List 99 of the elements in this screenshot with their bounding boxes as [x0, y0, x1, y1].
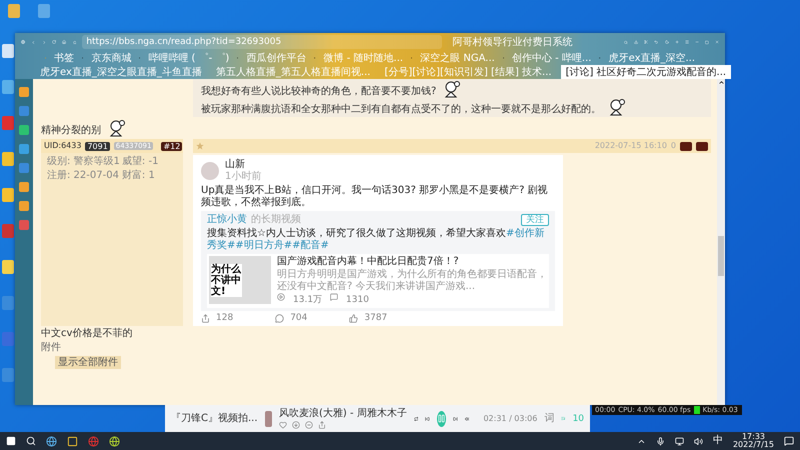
- browser-logo-icon: [21, 37, 26, 47]
- post-date: 2022-07-15 16:10: [594, 141, 667, 151]
- desktop-shortcut-icon: [2, 152, 14, 166]
- browser-taskbar-icon[interactable]: [46, 436, 57, 446]
- start-icon[interactable]: [6, 436, 16, 446]
- pause-button[interactable]: [437, 410, 446, 426]
- playback-time: 02:31 / 03:06: [483, 414, 538, 424]
- user-wealth: 财富: 1: [122, 170, 156, 182]
- desktop-shortcut-icon: [2, 188, 14, 202]
- repost-author: 正惊小黄: [207, 214, 247, 226]
- network-icon[interactable]: [674, 436, 684, 446]
- browser-shortcut-icon: [38, 4, 50, 18]
- post-action-button[interactable]: [696, 142, 708, 150]
- comment-icon[interactable]: [275, 314, 284, 322]
- browser-tab[interactable]: [讨论] 社区好奇二次元游戏配音的...: [560, 65, 732, 79]
- bookmark-link[interactable]: 哔哩哔哩 ( ゜- ゜): [148, 51, 230, 65]
- download-icon[interactable]: [634, 37, 638, 47]
- album-cover: [264, 410, 272, 426]
- download-icon[interactable]: [292, 421, 300, 429]
- thumbnail-caption: 为什么不讲中文!: [211, 264, 242, 296]
- avatar-circle: [201, 162, 219, 180]
- play-icon: [277, 293, 285, 301]
- post-time: 1小时前: [225, 171, 262, 183]
- desktop-shortcut-icon: [2, 332, 14, 346]
- bookmark-link[interactable]: 创作中心 - 哔哩...: [512, 51, 592, 65]
- user-id: UID:6433: [44, 141, 82, 151]
- user-level: 级别: 警察等级1: [47, 156, 120, 168]
- quote-text: 我想好奇有些人说比较神奇的角色，配音要不要加钱?: [201, 86, 436, 98]
- app-taskbar-icon[interactable]: [109, 436, 120, 446]
- bookmark-link[interactable]: 书签: [54, 51, 74, 65]
- playlist-icon[interactable]: [561, 414, 566, 423]
- desktop-shortcut-icon: [2, 116, 14, 130]
- attachment-label: 附件: [41, 342, 61, 354]
- play-count: 13.1万: [293, 294, 322, 306]
- user-prestige: 威望: -1: [122, 156, 160, 168]
- playlist-item[interactable]: 『刀锋C』视频拍...: [171, 412, 258, 424]
- video-description: 明日方舟明明是国产游戏，为什么所有的角色都要日语配音，还没有中文配音? 今天我们来讲讲国产游戏...: [277, 269, 547, 292]
- taskbar-clock[interactable]: 17:33 2022/7/15: [732, 433, 774, 449]
- desktop-shortcut-icon: [2, 224, 14, 238]
- scissors-icon[interactable]: [644, 37, 648, 47]
- like-icon[interactable]: [349, 314, 358, 322]
- desktop-shortcut-icon: [2, 80, 14, 94]
- desktop-shortcut-icon: [2, 260, 14, 274]
- scroll-up-icon[interactable]: [718, 79, 724, 86]
- card-text: Up真是当我不上B站，信口开河。我一句话303? 那罗小黑是不是要横产? 剧视频违歌，不然举报到底。: [201, 185, 549, 209]
- folder-taskbar-icon[interactable]: [67, 436, 78, 446]
- desktop-shortcut-icon: [2, 44, 14, 58]
- address-bar[interactable]: https://bbs.nga.cn/read.php?tid=32693005: [82, 35, 442, 49]
- comment-count: 704: [290, 313, 308, 323]
- chibi-sticker-drawing: [107, 119, 127, 137]
- home-icon[interactable]: [62, 37, 67, 47]
- repost-meta: 的长期视频: [251, 214, 301, 226]
- browser-tab[interactable]: 虎牙ex直播_深空之眼直播_斗鱼直播: [35, 65, 207, 79]
- desktop-shortcut-icon: [2, 296, 14, 310]
- search-field[interactable]: 阿哥村领导行业付费日系统: [448, 35, 618, 49]
- song-title: 风吹麦浪(大雅) - 周雅木木子: [279, 408, 407, 420]
- reload-icon[interactable]: [52, 37, 56, 47]
- video-title: 国产游戏配音内幕！中配比日配贵7倍！?: [277, 256, 460, 268]
- desktop-shortcut-icon: [2, 368, 14, 382]
- browser-tab[interactable]: 第五人格直播_第五人格直播间视...: [210, 65, 376, 79]
- follow-button[interactable]: 关注: [521, 214, 549, 226]
- notifications-icon[interactable]: [784, 436, 794, 446]
- user-registered: 注册: 22-07-04: [47, 170, 120, 182]
- post-body: 中文cv价格是不菲的: [41, 328, 132, 340]
- chibi-sticker-drawing: [442, 80, 462, 98]
- repost-text: 搜集资料找☆内人士访谈，研究了很久做了这期视频，希望大家喜欢#创作新秀奖##明日方舟##配音#: [207, 228, 546, 252]
- folder-user-icon: [8, 4, 20, 18]
- like-count: 3787: [364, 313, 388, 323]
- input-method-indicator[interactable]: 中: [712, 435, 723, 447]
- bookmark-link[interactable]: 深空之眼 NGA...: [420, 51, 495, 65]
- browser-tab[interactable]: [分号][讨论][知识引发] [结果] 技术...: [379, 65, 557, 79]
- playlist-count: 10: [572, 414, 584, 424]
- post-count: 0: [670, 141, 676, 151]
- bookmark-link[interactable]: 京东商城: [91, 51, 132, 65]
- post-action-button[interactable]: [680, 142, 692, 150]
- status-indicator: [694, 406, 700, 414]
- heart-icon[interactable]: [279, 421, 287, 429]
- microphone-icon[interactable]: [656, 436, 665, 446]
- remove-icon[interactable]: [305, 421, 313, 429]
- author-name: 山新: [225, 159, 246, 170]
- danmaku-count: 1310: [346, 294, 369, 306]
- bookmark-link[interactable]: 虎牙ex直播_深空...: [608, 51, 696, 65]
- lyrics-button[interactable]: 词: [544, 412, 554, 424]
- chibi-sticker-drawing: [607, 98, 627, 116]
- night-mode-icon[interactable]: [664, 37, 669, 47]
- reply-text: 精神分裂的别: [41, 125, 101, 137]
- bookmark-link[interactable]: 微博 - 随时随地...: [324, 51, 404, 65]
- video-card[interactable]: 为什么不讲中文! 国产游戏配音内幕！中配比日配贵7倍！? 明日方舟明明是国产游戏，为什么所有的角色都要日语配音，还没有中文配音? 今天我们来讲讲国产游戏... 13.1万 1310: [207, 254, 549, 308]
- share-count: 128: [216, 313, 234, 323]
- quote-text: 被玩家那种满腹抗语和全女那种中二到有自都有点受不了的，这种一要就不是那么好配的。: [201, 104, 601, 116]
- search-icon[interactable]: [26, 436, 36, 446]
- show-attachments-button[interactable]: 显示全部附件: [55, 356, 121, 369]
- uid-tag: 7091: [85, 142, 110, 150]
- comment-icon: [330, 293, 338, 301]
- floor-number: #12: [161, 142, 182, 150]
- volume-icon[interactable]: [694, 436, 703, 446]
- share-icon[interactable]: [201, 314, 210, 322]
- bookmark-link[interactable]: 西瓜创作平台: [246, 51, 306, 65]
- share-icon[interactable]: [318, 421, 326, 429]
